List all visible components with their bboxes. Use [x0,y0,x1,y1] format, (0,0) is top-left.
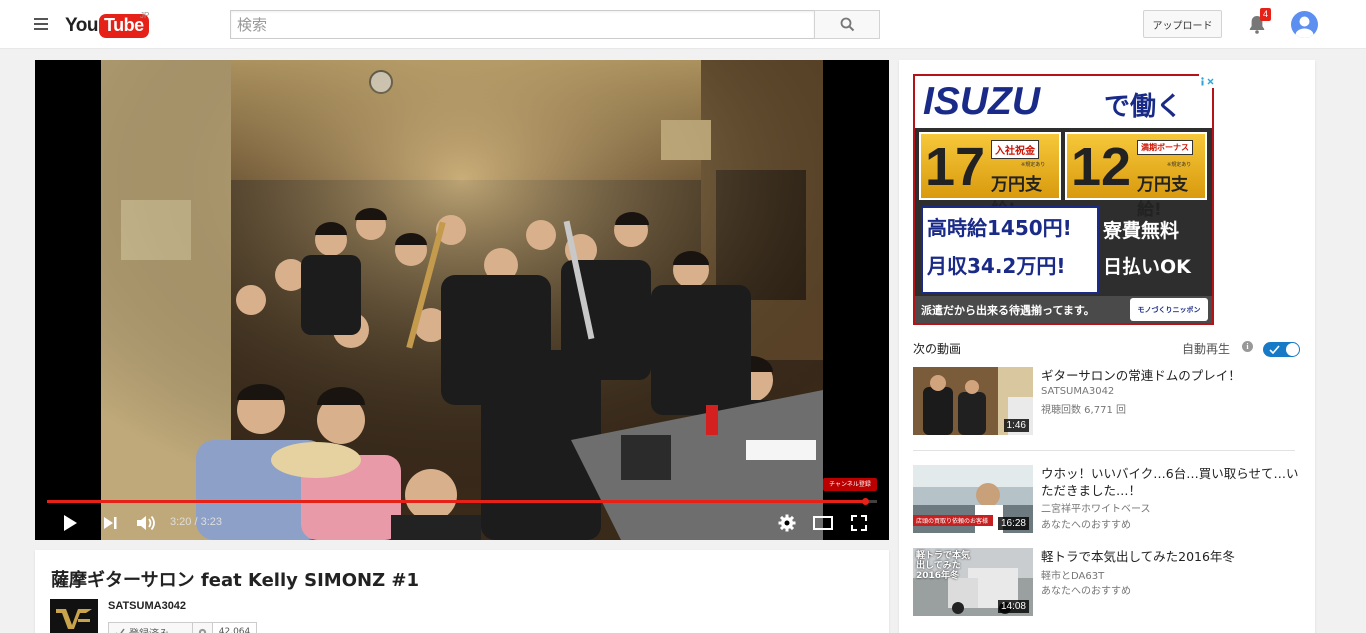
progress-bar[interactable] [47,498,877,505]
upload-button[interactable]: アップロード [1143,10,1222,38]
ad-bonus-1-tag: 入社祝金 [991,140,1039,159]
ad-choices-close-button[interactable] [1199,74,1214,88]
related-video-meta: あなたへのおすすめ [1041,586,1131,597]
ad-bonus-2-tag: 満期ボーナス [1137,140,1193,155]
ad-creative: ISUZU で働く 17 入社祝金 ※規定あり 万円支給! 12 満期ボーナス … [915,76,1212,323]
ad-wage-line-1: 高時給1450円! [927,216,1072,240]
related-video-3[interactable]: 軽トラで本気出してみた 2016年冬 14:08 軽トラで本気出してみた2016… [913,548,1303,618]
progress-played [47,500,865,503]
ad-bonus-box-1: 17 入社祝金 ※規定あり 万円支給! [919,132,1061,220]
autoplay-toggle[interactable] [1263,342,1300,357]
video-frame[interactable] [101,60,823,540]
default-avatar-icon [1295,16,1314,38]
video-still-image [101,60,823,540]
subscribed-button[interactable]: 登録済み [108,622,193,633]
autoplay-label: 自動再生 [1182,342,1231,356]
ad-bonus-1-number: 17 [925,137,986,197]
ad-brand-suffix: で働く [1104,92,1183,122]
logo-region-label: JP [140,11,150,20]
autoplay-toggle-knob [1286,343,1299,356]
related-video-meta: あなたへのおすすめ [1041,520,1131,531]
related-video-channel: SATSUMA3042 [1041,386,1115,397]
theater-mode-icon [813,516,833,530]
subscription-preferences-button[interactable] [193,622,213,633]
ad-wage-panel: 高時給1450円! 月収34.2万円! [921,206,1099,294]
checkmark-icon [115,628,125,633]
video-info-card: 薩摩ギターサロン feat Kelly SIMONZ #1 SATSUMA304… [35,550,889,633]
guide-menu-icon[interactable] [34,18,48,30]
close-icon [1207,78,1214,84]
gear-icon [778,514,796,532]
ad-choices-icon [1201,76,1204,85]
channel-logo-image [50,599,98,633]
video-player[interactable]: チャンネル登録 3:20 / 3:23 [35,60,889,540]
ad-brand-text: ISUZU [923,80,1040,123]
fullscreen-icon [851,515,867,531]
channel-subscribe-watermark[interactable]: チャンネル登録 [823,478,877,491]
subscribed-label: 登録済み [129,625,169,633]
up-next-heading: 次の動画 [913,342,962,356]
settings-button[interactable] [775,512,799,534]
ad-bonus-2-note: ※規定あり [1167,162,1192,168]
play-icon [64,515,77,531]
related-video-title[interactable]: 軽トラで本気出してみた2016年冬 [1041,548,1303,565]
info-icon[interactable]: i [1242,341,1253,352]
watch-sidebar: ISUZU で働く 17 入社祝金 ※規定あり 万円支給! 12 満期ボーナス … [899,60,1315,633]
sidebar-divider [913,450,1295,451]
search-button[interactable] [814,10,880,39]
related-video-thumbnail[interactable]: 店頭の買取り依頼のお客様 16:28 [913,465,1033,533]
ad-bonus-2-unit: 万円支給! [1137,175,1188,220]
play-button[interactable] [59,512,81,534]
related-video-title[interactable]: ウホッ！いいバイク…6台…買い取らせて…いただきました…！ [1041,465,1303,499]
time-display: 3:20 / 3:23 [170,516,222,528]
masthead: You Tube JP アップロード 4 [0,0,1366,49]
video-duration: 14:08 [997,600,1029,613]
mute-button[interactable] [133,512,159,534]
channel-avatar[interactable] [50,599,98,633]
subscriber-count: 42,064 [213,622,257,633]
related-video-views: 視聴回数 6,771 回 [1041,405,1126,416]
next-button[interactable] [99,512,121,534]
checkmark-icon [1269,345,1280,354]
ad-footer-logo: モノづくりニッポン [1130,298,1208,321]
logo-you-text: You [65,14,98,36]
video-duration: 16:28 [997,517,1029,530]
display-ad[interactable]: ISUZU で働く 17 入社祝金 ※規定あり 万円支給! 12 満期ボーナス … [913,74,1214,325]
ad-bonus-box-2: 12 満期ボーナス ※規定あり 万円支給! [1065,132,1207,220]
ad-wage-line-2: 月収34.2万円! [927,254,1066,278]
player-controls: 3:20 / 3:23 [35,506,889,540]
ad-perk-line-1: 寮費無料 [1103,220,1180,242]
ad-footer: 派遣だから出来る待遇揃ってます。 モノづくりニッポン [915,296,1212,323]
ad-headline: ISUZU で働く [915,76,1212,128]
ad-footer-text: 派遣だから出来る待遇揃ってます。 [921,304,1095,317]
ad-bonus-1-note: ※規定あり [1021,162,1046,168]
related-video-2[interactable]: 店頭の買取り依頼のお客様 16:28 ウホッ！いいバイク…6台…買い取らせて…い… [913,465,1303,535]
related-video-thumbnail[interactable]: 軽トラで本気出してみた 2016年冬 14:08 [913,548,1033,616]
next-icon [104,517,117,529]
notification-count-badge: 4 [1260,8,1272,21]
thumbnail-caption: 軽トラで本気出してみた 2016年冬 [916,551,971,581]
youtube-logo[interactable]: You Tube JP [65,11,150,39]
volume-icon [137,515,155,531]
search-input[interactable] [230,10,814,39]
fullscreen-button[interactable] [847,512,871,534]
related-video-thumbnail[interactable]: 1:46 [913,367,1033,435]
theater-mode-button[interactable] [811,512,835,534]
search-bar [230,10,880,39]
account-avatar[interactable] [1291,11,1318,38]
progress-scrubber-handle[interactable] [861,498,869,505]
related-video-title[interactable]: ギターサロンの常連ドムのプレイ！ [1041,367,1303,384]
video-duration: 1:46 [1003,419,1029,432]
related-video-channel: 二宮祥平ホワイトベース [1041,504,1151,515]
search-icon [840,17,854,32]
channel-name[interactable]: SATSUMA3042 [108,600,186,612]
related-video-1[interactable]: 1:46 ギターサロンの常連ドムのプレイ！ SATSUMA3042 視聴回数 6… [913,367,1303,437]
gear-icon [198,628,207,633]
video-title: 薩摩ギターサロン feat Kelly SIMONZ #1 [51,570,420,591]
thumbnail-caption: 店頭の買取り依頼のお客様 [916,518,989,525]
ad-perk-line-2: 日払いOK [1103,256,1191,278]
ad-bonus-2-number: 12 [1071,137,1132,197]
related-video-channel: 軽市とDA63T [1041,571,1105,582]
